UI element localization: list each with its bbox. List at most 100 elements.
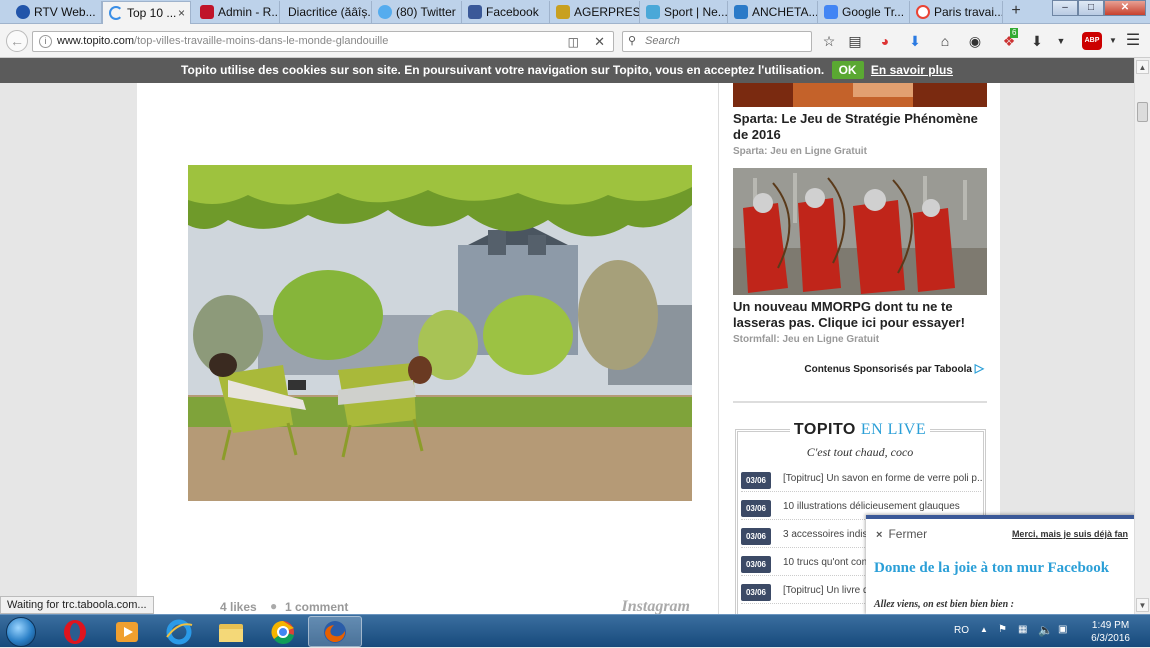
sponsored-source[interactable]: Stormfall: Jeu en Ligne Gratuit: [733, 334, 879, 345]
windows-taskbar: RO ▲ ⚑ ▦ 🔈 ▣ 1:49 PM 6/3/2016: [0, 614, 1150, 647]
site-info-icon[interactable]: i: [39, 35, 52, 48]
cookie-more-link[interactable]: En savoir plus: [871, 63, 953, 77]
ancheta-icon: [734, 5, 748, 19]
back-arrow-icon: ←: [10, 33, 24, 49]
close-label: Fermer: [888, 527, 928, 541]
news-date: 03/06: [741, 472, 771, 489]
tab-twitter[interactable]: (80) Twitter: [372, 1, 462, 24]
new-tab-button[interactable]: +: [1005, 0, 1027, 23]
maximize-button[interactable]: □: [1078, 0, 1104, 16]
tab-google[interactable]: Paris travai...: [910, 1, 1003, 24]
window-controls: – □ ✕: [1052, 0, 1146, 16]
sponsored-title[interactable]: Un nouveau MMORPG dont tu ne te lasseras…: [733, 299, 989, 331]
tab-label: Paris travai...: [934, 5, 1003, 19]
minimize-button[interactable]: –: [1052, 0, 1078, 16]
downloads-icon[interactable]: ⬇: [1028, 32, 1046, 50]
comments-count[interactable]: 1 comment: [285, 600, 348, 614]
news-title[interactable]: [Topitruc] Un savon en forme de verre po…: [783, 473, 983, 484]
tab-strip: RTV Web... Top 10 ... × Admin - R... Diac…: [0, 0, 1150, 25]
pocket-icon[interactable]: ◕: [876, 32, 894, 50]
language-indicator[interactable]: RO: [954, 625, 969, 636]
cookie-text: Topito utilise des cookies sur son site.…: [181, 63, 825, 77]
taboola-credit[interactable]: Contenus Sponsorisés par Taboola ▷: [804, 361, 984, 375]
popup-close-button[interactable]: × Fermer: [876, 527, 927, 541]
scroll-thumb[interactable]: [1137, 102, 1148, 122]
scroll-down-icon[interactable]: ▼: [1136, 598, 1149, 612]
clock[interactable]: 1:49 PM 6/3/2016: [1091, 619, 1130, 645]
sponsored-title[interactable]: Sparta: Le Jeu de Stratégie Phénomène de…: [733, 111, 989, 143]
article-column: 4 likes ● 1 comment Instagram: [137, 83, 718, 614]
news-date: 03/06: [741, 556, 771, 573]
tab-label: Diacritice (ăâîș...: [288, 5, 372, 19]
sponsored-source[interactable]: Sparta: Jeu en Ligne Gratuit: [733, 146, 867, 157]
stormfall-ad-image[interactable]: [733, 168, 987, 295]
clock-date: 6/3/2016: [1091, 633, 1130, 644]
tab-rtv[interactable]: RTV Web...: [10, 1, 102, 24]
tuileries-garden-image: [188, 165, 692, 501]
adblock-icon[interactable]: ABP: [1082, 32, 1102, 50]
live-news-item[interactable]: 03/06 [Topitruc] Un savon en forme de ver…: [741, 470, 983, 492]
windows-logo-icon: [6, 617, 36, 647]
file-explorer-icon[interactable]: [204, 616, 258, 647]
close-tab-icon[interactable]: ×: [178, 2, 185, 24]
tab-diacritice[interactable]: Diacritice (ăâîș...: [280, 1, 372, 24]
comment-icon: ●: [270, 599, 278, 613]
tab-topito[interactable]: Top 10 ... ×: [102, 1, 191, 25]
action-center-icon[interactable]: ▣: [1058, 624, 1067, 635]
cookie-ok-button[interactable]: OK: [831, 61, 864, 79]
volume-icon[interactable]: 🔈: [1038, 623, 1053, 637]
search-input[interactable]: ⚲ Search: [622, 31, 812, 52]
folder-logo: [219, 623, 243, 642]
scroll-up-icon[interactable]: ▲: [1136, 60, 1149, 74]
flag-icon[interactable]: ⚑: [998, 624, 1007, 635]
media-player-icon[interactable]: [100, 616, 154, 647]
adblock-dropdown-icon[interactable]: ▼: [1104, 32, 1122, 50]
tab-label: AGERPRES...: [574, 5, 640, 19]
addon-icon[interactable]: ❖ 6: [1000, 28, 1019, 50]
network-icon[interactable]: ▦: [1018, 624, 1027, 635]
firefox-icon[interactable]: [308, 616, 362, 647]
tab-google-translate[interactable]: Google Tr...: [818, 1, 910, 24]
opera-icon[interactable]: [48, 616, 102, 647]
taboola-label: Contenus Sponsorisés par Taboola: [804, 364, 972, 375]
chrome-logo: [271, 620, 294, 644]
dropdown-icon[interactable]: ▼: [1052, 32, 1070, 50]
navigation-toolbar: ← i www.topito.com/top-villes-travaille-…: [0, 24, 1150, 58]
back-button[interactable]: ←: [6, 30, 28, 52]
tab-admin[interactable]: Admin - R...: [194, 1, 280, 24]
live-heading: TOPITO EN LIVE: [733, 421, 987, 439]
stop-loading-icon[interactable]: ✕: [594, 32, 605, 51]
sparta-ad-image[interactable]: [733, 83, 987, 107]
likes-count[interactable]: 4 likes: [220, 600, 257, 614]
chat-icon[interactable]: ◉: [966, 32, 984, 50]
ie-logo: [166, 619, 193, 644]
download-arrow-icon[interactable]: ⬇: [906, 32, 924, 50]
news-title[interactable]: 10 illustrations délicieusement glauques: [783, 501, 983, 512]
chrome-icon[interactable]: [256, 616, 310, 647]
popup-subtitle: Allez viens, on est bien bien bien :: [874, 599, 1014, 610]
popup-title: Donne de la joie à ton mur Facebook: [874, 560, 1110, 576]
status-bar: Waiting for trc.taboola.com...: [0, 596, 154, 614]
start-button[interactable]: [2, 615, 42, 648]
vertical-scrollbar[interactable]: ▲ ▼: [1134, 58, 1150, 614]
url-bar[interactable]: i www.topito.com/top-villes-travaille-mo…: [32, 31, 614, 52]
home-icon[interactable]: ⌂: [936, 32, 954, 50]
tab-agerpres[interactable]: AGERPRES...: [550, 1, 640, 24]
bookmark-star-icon[interactable]: ☆: [820, 32, 838, 50]
tab-facebook[interactable]: Facebook: [462, 1, 550, 24]
show-hidden-icons-icon[interactable]: ▲: [980, 625, 988, 634]
menu-icon[interactable]: ☰: [1124, 32, 1142, 50]
instagram-logo[interactable]: Instagram: [622, 598, 690, 614]
internet-explorer-icon[interactable]: [152, 616, 206, 647]
search-placeholder: Search: [645, 35, 680, 47]
reader-view-icon[interactable]: ◫: [568, 33, 579, 52]
already-fan-link[interactable]: Merci, mais je suis déjà fan: [1012, 529, 1128, 539]
reading-list-icon[interactable]: ▤: [846, 32, 864, 50]
media-player-logo: [116, 621, 138, 642]
red-r-icon: [200, 5, 214, 19]
tab-label: (80) Twitter: [396, 5, 456, 19]
close-window-button[interactable]: ✕: [1104, 0, 1146, 16]
tab-ancheta[interactable]: ANCHETA...: [728, 1, 818, 24]
tab-sport[interactable]: Sport | Ne...: [640, 1, 728, 24]
live-subtitle: C'est tout chaud, coco: [806, 445, 914, 459]
